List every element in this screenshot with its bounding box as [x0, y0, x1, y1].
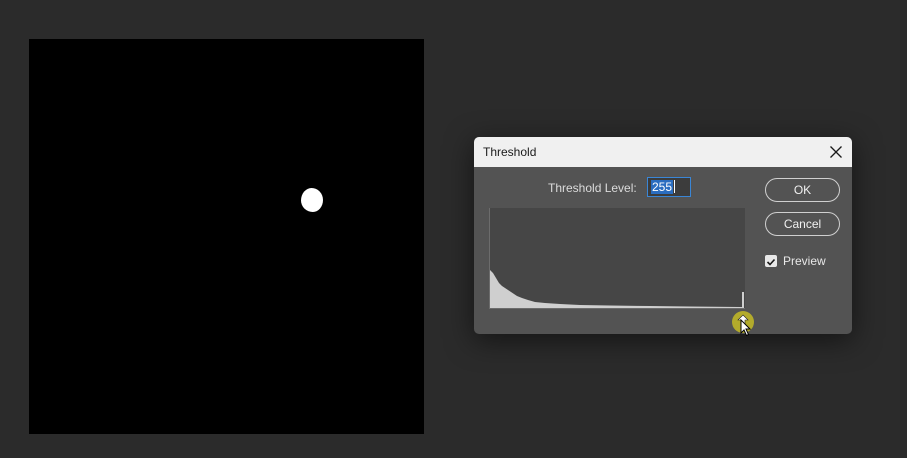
checkmark-icon — [766, 258, 776, 266]
cancel-button[interactable]: Cancel — [765, 212, 840, 236]
ok-button[interactable]: OK — [765, 178, 840, 202]
threshold-dialog: Threshold Threshold Level: 255 OK Cancel… — [474, 137, 852, 337]
text-caret — [674, 180, 676, 193]
preview-checkbox[interactable] — [765, 255, 777, 267]
mouse-cursor-icon — [740, 319, 752, 337]
histogram-graph — [490, 270, 744, 308]
threshold-level-label: Threshold Level: — [548, 181, 637, 195]
close-icon — [830, 146, 842, 158]
document-canvas[interactable] — [29, 39, 424, 434]
preview-label: Preview — [783, 254, 826, 268]
histogram[interactable] — [489, 208, 745, 309]
close-button[interactable] — [824, 140, 848, 164]
threshold-level-input[interactable]: 255 — [647, 177, 691, 197]
white-blob-shape — [301, 188, 323, 212]
dialog-titlebar[interactable]: Threshold — [474, 137, 852, 167]
dialog-title: Threshold — [483, 145, 537, 159]
threshold-level-value: 255 — [651, 180, 674, 194]
